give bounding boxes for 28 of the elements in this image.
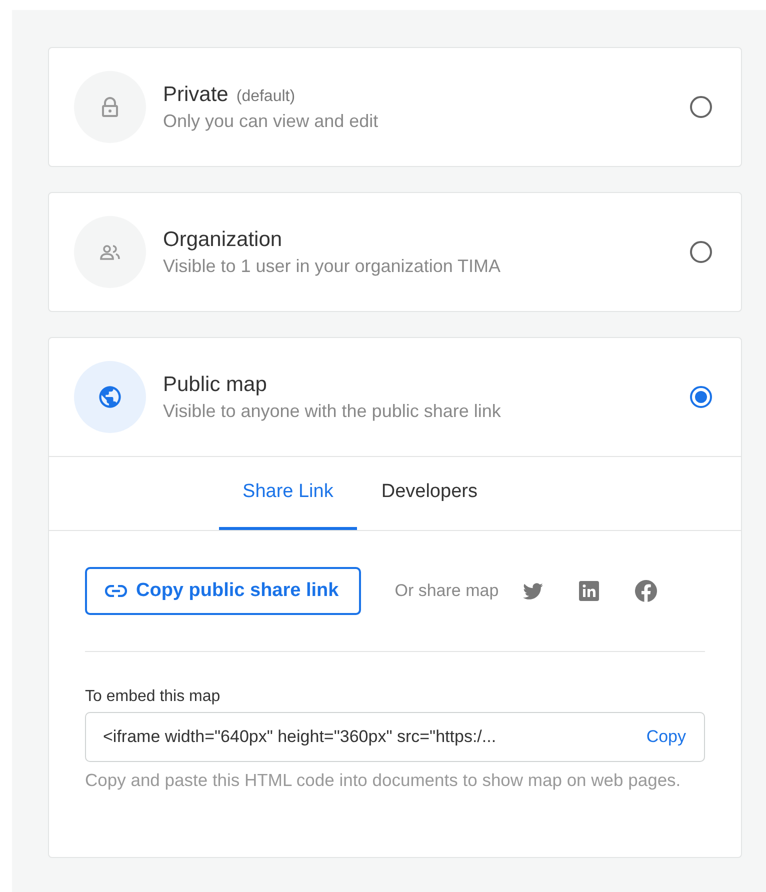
option-title: Organization — [163, 228, 282, 250]
tab[interactable]: Developers — [357, 457, 502, 530]
option-description: Only you can view and edit — [163, 110, 380, 132]
copy-code-button[interactable]: Copy — [646, 727, 686, 747]
option-title: Public map — [163, 372, 267, 396]
option-note: (default) — [236, 88, 296, 104]
embed-label: To embed this map — [85, 688, 222, 706]
radio-button[interactable] — [690, 241, 712, 263]
tab[interactable]: Share Link — [218, 457, 358, 530]
radio-button[interactable] — [690, 96, 712, 118]
link-icon — [105, 585, 127, 597]
option-title: Private — [163, 82, 228, 106]
lock-icon — [101, 97, 119, 117]
option-card[interactable]: Private (default) Only you can view and edit — [48, 47, 742, 167]
embed-help-text: Copy and paste this HTML code into documents to show map on web pages. — [85, 772, 682, 789]
copy-link-button[interactable]: Copy public share link — [85, 567, 361, 615]
linkedin-icon[interactable] — [578, 581, 599, 601]
share-label: Or share map — [394, 581, 499, 601]
facebook-icon[interactable] — [634, 580, 657, 602]
option-description: Visible to 1 user in your organization TIMA — [163, 256, 502, 276]
globe-icon — [97, 384, 123, 410]
option-description: Visible to anyone with the public share link — [163, 400, 502, 422]
people-icon — [99, 244, 121, 260]
embed-code-field[interactable]: <iframe width="640px" height="360px" src="https:/... Copy — [85, 712, 705, 762]
option-card[interactable]: Organization Visible to 1 user in your organization TIMA — [48, 192, 742, 312]
twitter-icon[interactable] — [522, 582, 543, 600]
radio-button[interactable] — [690, 386, 712, 408]
option-card[interactable]: Public map Visible to anyone with the public share link — [48, 337, 742, 457]
